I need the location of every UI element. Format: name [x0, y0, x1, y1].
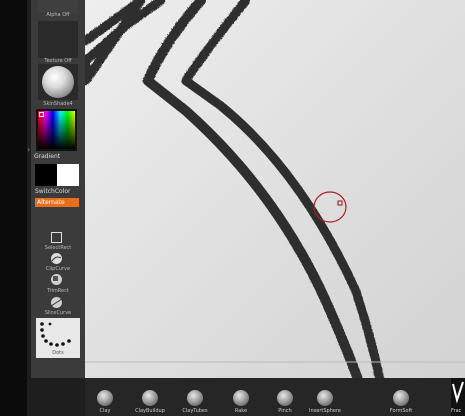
claytubes-brush-icon	[187, 390, 203, 406]
canvas-drawing	[85, 0, 465, 378]
clip-curve-label[interactable]: ClipCurve	[31, 266, 85, 272]
main-color-swatch[interactable]	[35, 164, 57, 186]
stroke-label: Dots	[52, 350, 64, 356]
color-picker-marker[interactable]	[39, 112, 44, 117]
brush-label: ClayBuildup	[135, 408, 165, 414]
brush-label: FormSoft	[389, 408, 413, 414]
material-label: SkinShade4	[43, 101, 73, 107]
brush-claytubes[interactable]: ClayTubes	[175, 378, 215, 416]
alternate-button[interactable]: Alternate	[35, 198, 79, 207]
brush-label: ClayTubes	[182, 408, 208, 414]
brush-label: Rake	[234, 408, 248, 414]
select-rect-label[interactable]: SelectRect	[31, 245, 85, 251]
brush-rake[interactable]: Rake	[221, 378, 261, 416]
alpha-label: Alpha Off	[46, 12, 70, 18]
brush-clay[interactable]: Clay	[85, 378, 125, 416]
brush-shelf: Clay ClayBuildup ClayTubes Rake Pinch In…	[85, 378, 465, 416]
brush-pinch[interactable]: Pinch	[265, 378, 305, 416]
brush-claybuildup[interactable]: ClayBuildup	[130, 378, 170, 416]
trim-rect-icon[interactable]	[50, 273, 63, 286]
gradient-label[interactable]: Gradient	[34, 153, 60, 160]
brush-insertsphere[interactable]: InsertSphere	[305, 378, 345, 416]
stroke-dots-slot[interactable]: Dots	[36, 318, 80, 358]
brush-label: Frac	[451, 408, 462, 414]
insertsphere-brush-icon	[317, 390, 333, 406]
fractal-brush-icon	[452, 381, 464, 404]
left-edge-bar	[0, 0, 27, 416]
texture-slot[interactable]	[38, 21, 78, 58]
pinch-brush-icon	[277, 390, 293, 406]
left-tray: Alpha Off Texture Off SkinShade4 Gradien…	[31, 0, 85, 378]
color-picker[interactable]	[36, 109, 77, 151]
clay-brush-icon	[97, 390, 113, 406]
brush-cursor	[313, 191, 347, 223]
slice-curve-icon[interactable]	[50, 296, 63, 309]
trim-rect-label[interactable]: TrimRect	[31, 288, 85, 294]
brush-label: Clay	[99, 408, 111, 414]
material-sphere-icon	[42, 66, 74, 98]
inner-curve	[180, 0, 384, 378]
claybuildup-brush-icon	[142, 390, 158, 406]
rake-brush-icon	[233, 390, 249, 406]
brush-label: InsertSphere	[309, 408, 341, 414]
formsoft-brush-icon	[393, 390, 409, 406]
collapse-arrow-icon[interactable]: ›	[27, 145, 30, 154]
select-rect-icon[interactable]	[50, 231, 63, 244]
document-canvas[interactable]	[85, 0, 465, 378]
secondary-color-swatch[interactable]	[57, 164, 79, 186]
material-slot[interactable]	[38, 64, 78, 100]
brush-fractal-partial[interactable]: Frac	[451, 378, 465, 416]
clip-curve-icon[interactable]	[50, 252, 63, 265]
switch-color-button[interactable]: SwitchColor	[35, 188, 71, 195]
slice-curve-label[interactable]: SliceCurve	[31, 310, 85, 316]
brush-formsoft[interactable]: FormSoft	[381, 378, 421, 416]
outer-curve	[142, 0, 362, 378]
